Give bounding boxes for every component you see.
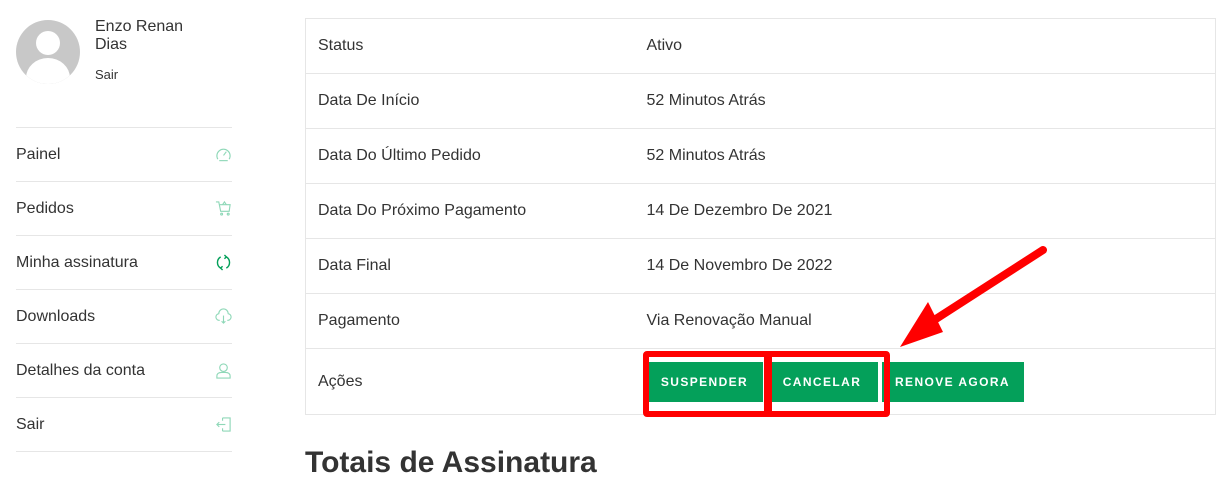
row-value-last-order-date: 52 Minutos Atrás [646, 147, 766, 164]
subscription-details-table: Status Ativo Data De Início 52 Minutos A… [305, 18, 1216, 415]
user-profile: Enzo Renan Dias Sair [16, 0, 232, 127]
row-value-status: Ativo [646, 37, 683, 54]
logout-icon [214, 416, 232, 434]
row-label-start-date: Data De Início [318, 92, 420, 109]
row-value-end-date: 14 De Novembro De 2022 [646, 257, 833, 274]
sidebar-item-label: Painel [16, 145, 61, 163]
row-label-status: Status [318, 37, 364, 54]
shopping-cart-icon [214, 200, 232, 218]
table-row: Pagamento Via Renovação Manual [305, 294, 1216, 349]
table-row: Data De Início 52 Minutos Atrás [305, 74, 1216, 129]
table-row: Status Ativo [305, 19, 1216, 74]
actions-cell: Suspender Cancelar Renove Agora [635, 349, 1216, 415]
account-navigation: Painel Pedidos Minha assinatura Download… [16, 127, 232, 452]
user-icon [214, 362, 232, 380]
row-label-actions: Ações [318, 372, 363, 390]
row-label-last-order-date: Data Do Último Pedido [318, 147, 481, 164]
dashboard-gauge-icon [214, 146, 232, 164]
sidebar-item-label: Minha assinatura [16, 253, 138, 271]
user-name: Enzo Renan Dias [95, 18, 184, 53]
sidebar-item-minha-assinatura[interactable]: Minha assinatura [16, 236, 232, 290]
row-value-next-payment-date: 14 De Dezembro De 2021 [646, 202, 833, 219]
table-row: Data Do Último Pedido 52 Minutos Atrás [305, 129, 1216, 184]
cloud-download-icon [214, 308, 232, 326]
row-value-start-date: 52 Minutos Atrás [646, 92, 766, 109]
sidebar-item-label: Sair [16, 415, 45, 433]
subscription-details: Status Ativo Data De Início 52 Minutos A… [305, 18, 1216, 415]
row-label-end-date: Data Final [318, 257, 391, 274]
action-buttons: Suspender Cancelar Renove Agora [646, 361, 1216, 402]
cancel-button[interactable]: Cancelar [766, 361, 878, 402]
row-value-payment: Via Renovação Manual [646, 312, 812, 329]
refresh-cycle-icon [214, 254, 232, 272]
sidebar-item-label: Pedidos [16, 199, 74, 217]
sidebar-item-sair[interactable]: Sair [16, 398, 232, 452]
sidebar-item-detalhes-da-conta[interactable]: Detalhes da conta [16, 344, 232, 398]
default-avatar-icon [16, 20, 80, 84]
sidebar-item-painel[interactable]: Painel [16, 128, 232, 182]
suspend-button[interactable]: Suspender [646, 361, 763, 402]
renew-now-button[interactable]: Renove Agora [881, 361, 1024, 402]
table-row-actions: Ações Suspender Cancelar Renove Agora [305, 349, 1216, 415]
profile-logout-link[interactable]: Sair [95, 67, 118, 82]
sidebar-item-downloads[interactable]: Downloads [16, 290, 232, 344]
sidebar-item-label: Downloads [16, 307, 96, 325]
table-row: Data Do Próximo Pagamento 14 De Dezembro… [305, 184, 1216, 239]
sidebar-item-pedidos[interactable]: Pedidos [16, 182, 232, 236]
sidebar-item-label: Detalhes da conta [16, 361, 145, 379]
subscription-totals-heading: Totais de Assinatura [305, 446, 597, 479]
row-label-next-payment-date: Data Do Próximo Pagamento [318, 202, 527, 219]
account-sidebar: Enzo Renan Dias Sair Painel Pedidos Minh… [16, 0, 232, 452]
table-row: Data Final 14 De Novembro De 2022 [305, 239, 1216, 294]
row-label-payment: Pagamento [318, 312, 400, 329]
